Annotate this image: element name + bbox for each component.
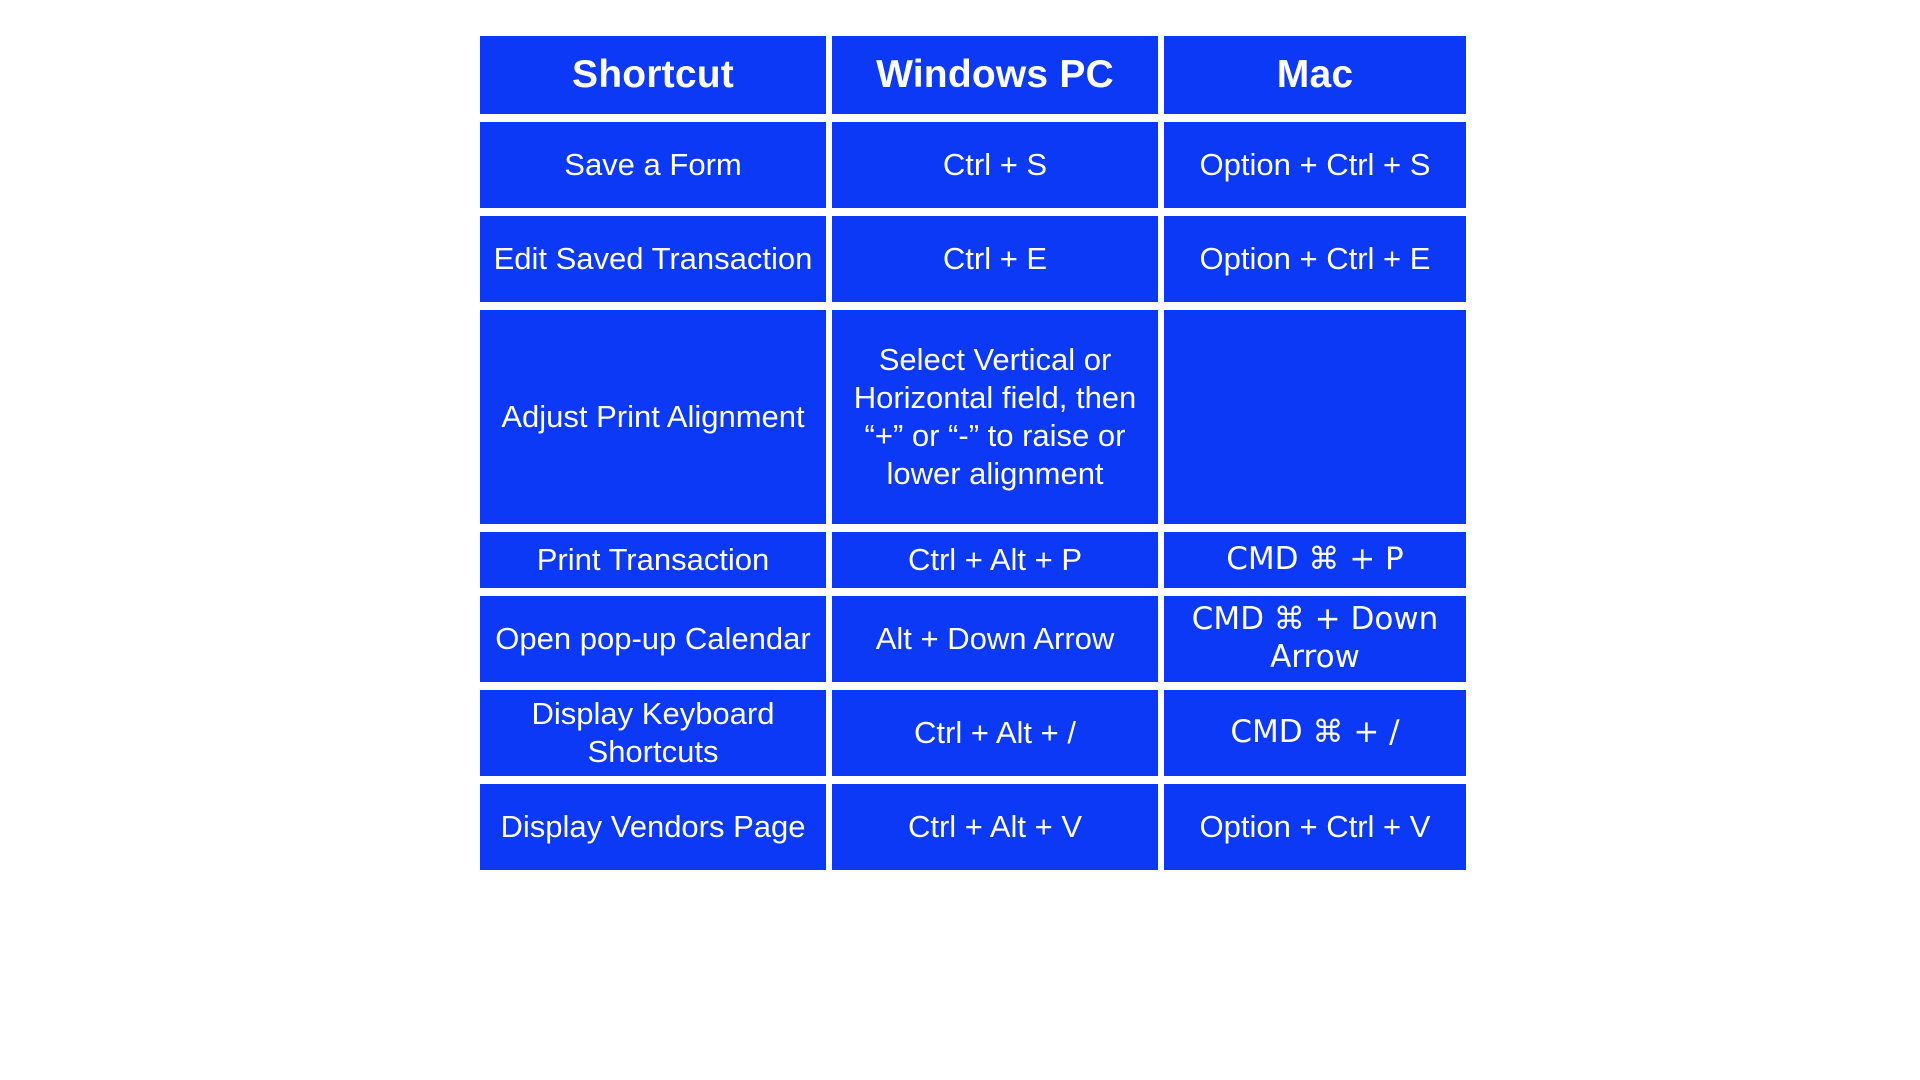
- cell-shortcut: Display Keyboard Shortcuts: [480, 690, 826, 776]
- cell-mac-empty: [1164, 310, 1466, 524]
- column-header-shortcut: Shortcut: [480, 36, 826, 114]
- cell-mac: Option + Ctrl + V: [1164, 784, 1466, 870]
- cell-windows: Alt + Down Arrow: [832, 596, 1158, 682]
- table-row: Edit Saved Transaction Ctrl + E Option +…: [480, 216, 1466, 302]
- cell-windows: Ctrl + Alt + P: [832, 532, 1158, 588]
- cell-shortcut: Save a Form: [480, 122, 826, 208]
- cell-mac: CMD ⌘ + Down Arrow: [1164, 596, 1466, 682]
- table-row: Adjust Print Alignment Select Vertical o…: [480, 310, 1466, 524]
- cell-mac: CMD ⌘ + P: [1164, 532, 1466, 588]
- table-header-row: Shortcut Windows PC Mac: [480, 36, 1466, 114]
- table-row: Open pop-up Calendar Alt + Down Arrow CM…: [480, 596, 1466, 682]
- table-body: Save a Form Ctrl + S Option + Ctrl + S E…: [480, 122, 1466, 870]
- table-row: Print Transaction Ctrl + Alt + P CMD ⌘ +…: [480, 532, 1466, 588]
- cell-mac: Option + Ctrl + S: [1164, 122, 1466, 208]
- table-header: Shortcut Windows PC Mac: [480, 36, 1466, 114]
- column-header-windows-pc: Windows PC: [832, 36, 1158, 114]
- table-row: Display Vendors Page Ctrl + Alt + V Opti…: [480, 784, 1466, 870]
- column-header-mac: Mac: [1164, 36, 1466, 114]
- keyboard-shortcuts-table: Shortcut Windows PC Mac Save a Form Ctrl…: [474, 28, 1472, 878]
- cell-shortcut: Print Transaction: [480, 532, 826, 588]
- table-row: Save a Form Ctrl + S Option + Ctrl + S: [480, 122, 1466, 208]
- cell-mac: CMD ⌘ + /: [1164, 690, 1466, 776]
- cell-shortcut: Display Vendors Page: [480, 784, 826, 870]
- cell-shortcut: Edit Saved Transaction: [480, 216, 826, 302]
- cell-windows: Ctrl + S: [832, 122, 1158, 208]
- table-row: Display Keyboard Shortcuts Ctrl + Alt + …: [480, 690, 1466, 776]
- cell-windows: Ctrl + Alt + /: [832, 690, 1158, 776]
- cell-mac: Option + Ctrl + E: [1164, 216, 1466, 302]
- cell-shortcut: Adjust Print Alignment: [480, 310, 826, 524]
- shortcuts-table-container: Shortcut Windows PC Mac Save a Form Ctrl…: [480, 36, 1466, 870]
- cell-windows: Select Vertical or Horizontal field, the…: [832, 310, 1158, 524]
- cell-windows: Ctrl + E: [832, 216, 1158, 302]
- cell-shortcut: Open pop-up Calendar: [480, 596, 826, 682]
- cell-windows: Ctrl + Alt + V: [832, 784, 1158, 870]
